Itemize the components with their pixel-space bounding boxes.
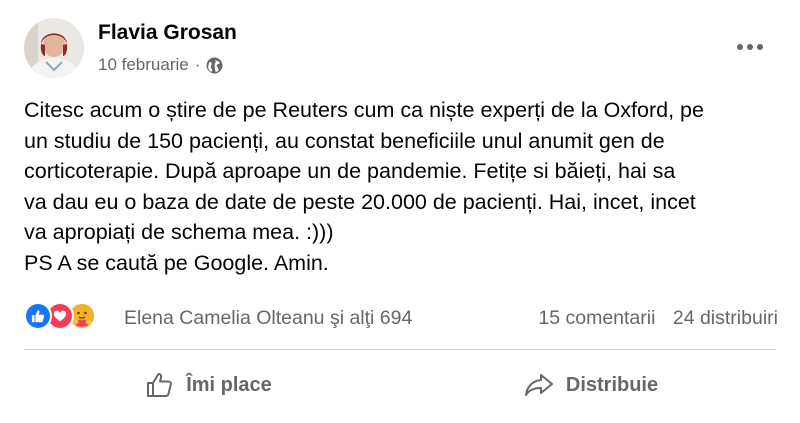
post-meta: 10 februarie · — [98, 55, 223, 75]
like-button-label: Îmi place — [186, 373, 272, 396]
facebook-post: Flavia Grosan 10 februarie · Citesc acum… — [0, 0, 800, 423]
share-button[interactable]: Distribuie — [406, 362, 776, 408]
post-text-line: PS A se caută pe Google. Amin. — [24, 250, 329, 275]
post-text-line: Citesc acum o știre de pe Reuters cum ca… — [24, 98, 704, 122]
share-button-label: Distribuie — [565, 373, 659, 396]
author-name[interactable]: Flavia Grosan — [98, 21, 237, 45]
post-date[interactable]: 10 februarie — [98, 55, 189, 75]
meta-separator: · — [194, 55, 201, 74]
reaction-icons[interactable] — [24, 302, 96, 330]
thumbs-up-icon — [147, 373, 173, 397]
more-options-icon[interactable] — [728, 32, 772, 62]
reactions-summary[interactable]: Elena Camelia Olteanu şi alţi 694 — [124, 307, 412, 330]
post-text: Citesc acum o știre de pe Reuters cum ca… — [24, 95, 790, 278]
post-text-line: un studiu de 150 pacienți, au constat be… — [24, 128, 665, 153]
post-text-line: corticoterapie. După aproape un de pande… — [24, 159, 676, 183]
like-reaction-icon — [24, 302, 52, 330]
comments-count[interactable]: 15 comentarii — [538, 307, 655, 329]
share-arrow-icon — [524, 374, 553, 396]
like-button[interactable]: Îmi place — [24, 362, 394, 408]
post-text-line: va dau eu o baza de date de peste 20.000… — [24, 189, 696, 214]
post-text-line: va apropiați de schema mea. :))) — [24, 220, 334, 244]
engagement-counts: 15 comentarii 24 distribuiri — [538, 307, 778, 330]
globe-icon — [206, 57, 223, 74]
avatar[interactable] — [24, 18, 84, 78]
divider — [24, 349, 776, 350]
shares-count[interactable]: 24 distribuiri — [673, 307, 778, 329]
